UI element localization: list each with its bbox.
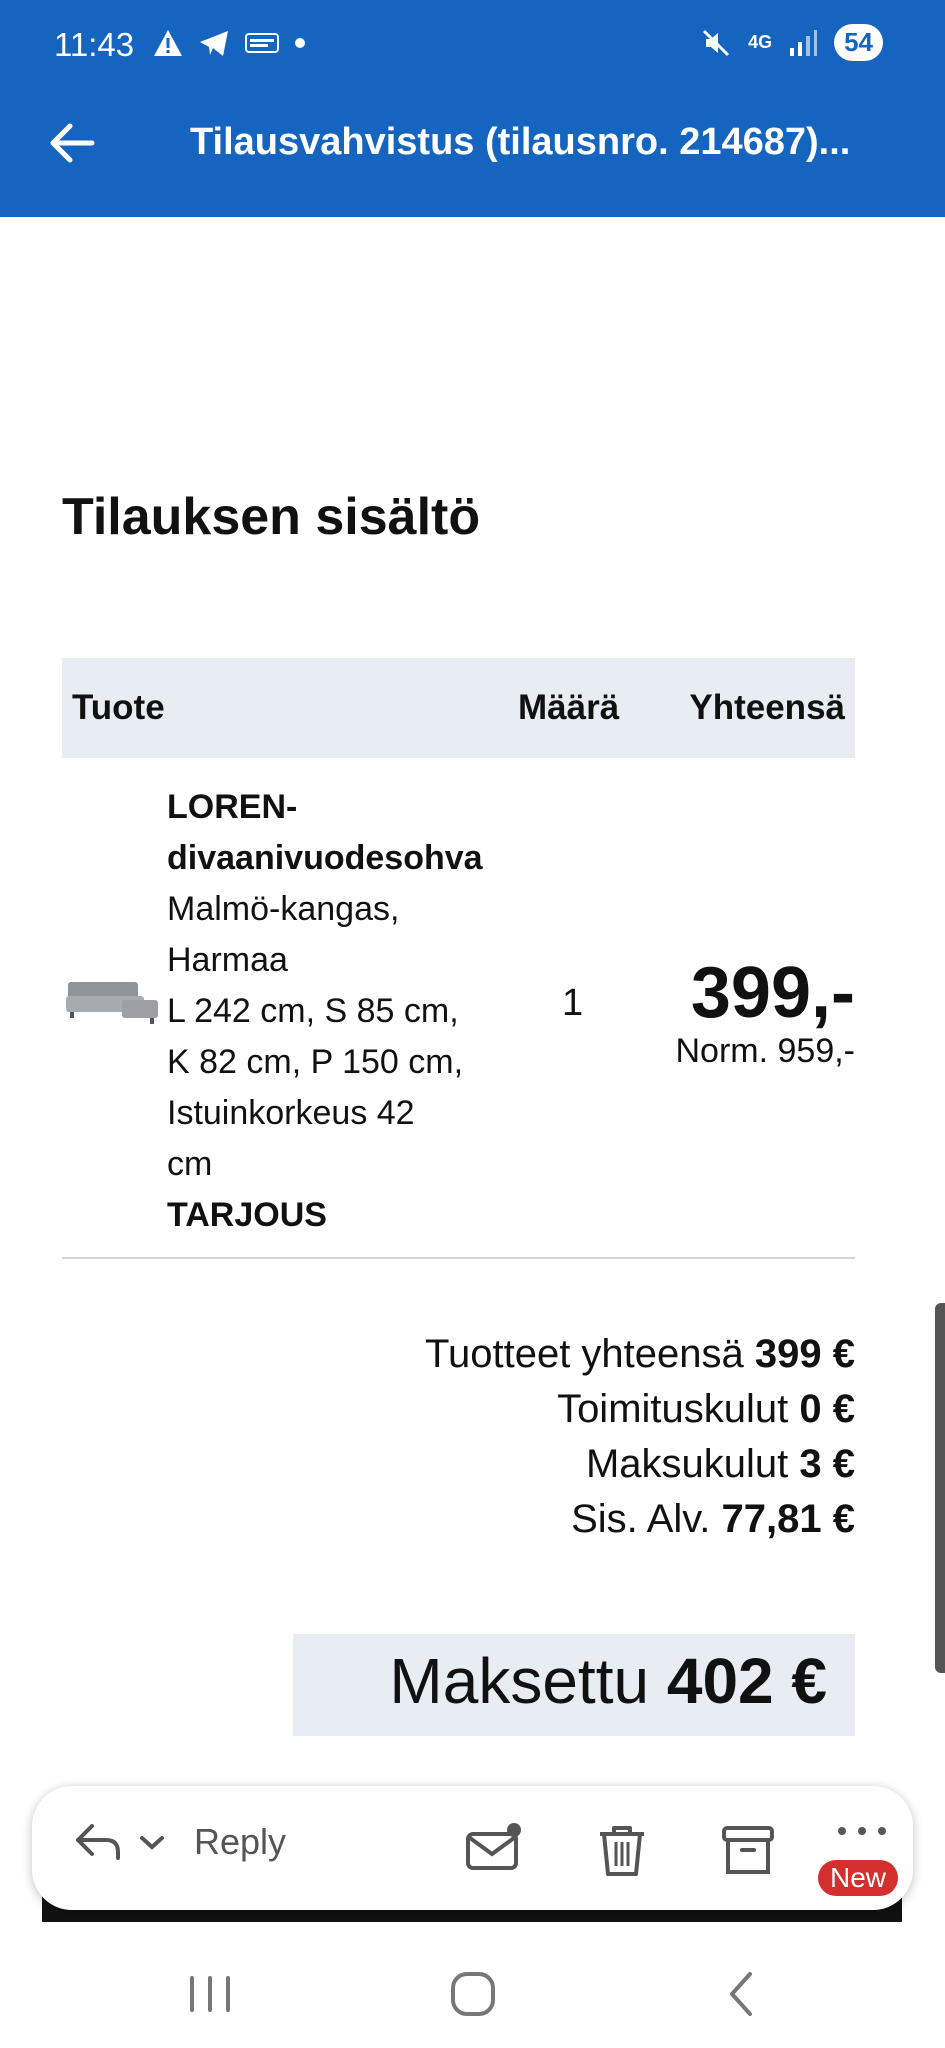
- battery-badge: 54: [834, 24, 883, 61]
- reply-icon: [76, 1824, 120, 1860]
- header-product: Tuote: [72, 688, 165, 727]
- royal-match-icon: [245, 33, 279, 53]
- product-name-line2[interactable]: divaanivuodesohva: [167, 833, 537, 884]
- product-desc-line: K 82 cm, P 150 cm,: [167, 1043, 464, 1081]
- payment-fee-line: Maksukulut 3 €: [425, 1437, 855, 1492]
- totals-summary: Tuotteet yhteensä 399 € Toimituskulut 0 …: [425, 1327, 855, 1547]
- archive-icon[interactable]: [718, 1820, 778, 1880]
- dot-icon: [295, 38, 305, 48]
- back-arrow-icon[interactable]: [42, 113, 102, 173]
- android-nav-bar: [0, 1930, 945, 2048]
- shipping-value: 0 €: [799, 1387, 855, 1431]
- header-total: Yhteensä: [689, 688, 845, 727]
- telegram-icon: [200, 31, 228, 56]
- total-value: 399 €: [754, 1332, 855, 1376]
- scrollbar[interactable]: [935, 1303, 945, 1673]
- payment-fee-value: 3 €: [799, 1442, 855, 1486]
- paid-total-box: Maksettu 402 €: [293, 1634, 855, 1736]
- product-desc-line: cm: [167, 1145, 213, 1183]
- paid-label: Maksettu: [389, 1645, 650, 1717]
- payment-fee-label: Maksukulut: [585, 1442, 789, 1486]
- network-type: 4G: [748, 32, 773, 52]
- product-name-line1[interactable]: LOREN-: [167, 782, 537, 833]
- product-desc-line: Malmö-kangas,: [167, 890, 400, 928]
- system-icons: 4G 54: [700, 24, 883, 61]
- status-bar: 11:43 4G 54: [0, 0, 945, 90]
- shipping-line: Toimituskulut 0 €: [425, 1382, 855, 1437]
- vat-value: 77,81 €: [721, 1497, 855, 1541]
- product-desc-line: Harmaa: [167, 941, 288, 979]
- mute-icon: [703, 29, 730, 56]
- shipping-label: Toimituskulut: [557, 1387, 789, 1431]
- paid-total: Maksettu 402 €: [389, 1644, 827, 1718]
- product-desc-line: Istuinkorkeus 42: [167, 1094, 415, 1132]
- trash-icon[interactable]: [592, 1820, 652, 1880]
- warning-icon: [154, 30, 182, 56]
- product-description: LOREN- divaanivuodesohva Malmö-kangas, H…: [167, 782, 537, 1241]
- paid-value: 402 €: [666, 1645, 827, 1717]
- mark-unread-icon[interactable]: [464, 1820, 524, 1880]
- reply-label: Reply: [194, 1821, 287, 1862]
- more-options-icon[interactable]: [832, 1816, 892, 1846]
- notification-icons: [152, 28, 306, 58]
- reply-button[interactable]: Reply: [72, 1820, 286, 1864]
- total-label: Tuotteet yhteensä: [425, 1332, 744, 1376]
- chevron-down-icon[interactable]: [138, 1832, 166, 1852]
- email-action-bar: Reply New: [32, 1786, 913, 1910]
- table-row: LOREN- divaanivuodesohva Malmö-kangas, H…: [62, 782, 855, 1252]
- section-title: Tilauksen sisältö: [62, 488, 481, 546]
- vat-line: Sis. Alv. 77,81 €: [425, 1492, 855, 1547]
- order-table-header: Tuote Määrä Yhteensä: [62, 658, 855, 758]
- top-bar: 11:43 4G 54 Tilausvahvistus (tilausnro. …: [0, 0, 945, 217]
- total-products-line: Tuotteet yhteensä 399 €: [425, 1327, 855, 1382]
- app-bar: Tilausvahvistus (tilausnro. 214687)...: [0, 95, 945, 195]
- product-desc-line: L 242 cm, S 85 cm,: [167, 992, 459, 1030]
- home-icon[interactable]: [443, 1964, 503, 2024]
- normal-price: Norm. 959,-: [675, 1032, 856, 1070]
- email-body: lähettämisestä. Tilauksen sisältö Tuote …: [0, 217, 945, 1787]
- recent-apps-icon[interactable]: [180, 1964, 240, 2024]
- offer-tag: TARJOUS: [167, 1196, 327, 1234]
- intro-text: lähettämisestä.: [433, 217, 655, 229]
- divider: [62, 1257, 855, 1259]
- email-subject-title: Tilausvahvistus (tilausnro. 214687)...: [190, 121, 851, 163]
- back-nav-icon[interactable]: [712, 1964, 772, 2024]
- signal-icon: [790, 29, 818, 56]
- new-badge: New: [818, 1860, 899, 1896]
- sofa-product-image: [66, 982, 158, 1024]
- status-time: 11:43: [54, 26, 135, 63]
- vat-label: Sis. Alv.: [571, 1497, 711, 1541]
- product-quantity: 1: [562, 982, 584, 1024]
- product-price: 399,-: [690, 953, 855, 1033]
- header-qty: Määrä: [518, 688, 620, 727]
